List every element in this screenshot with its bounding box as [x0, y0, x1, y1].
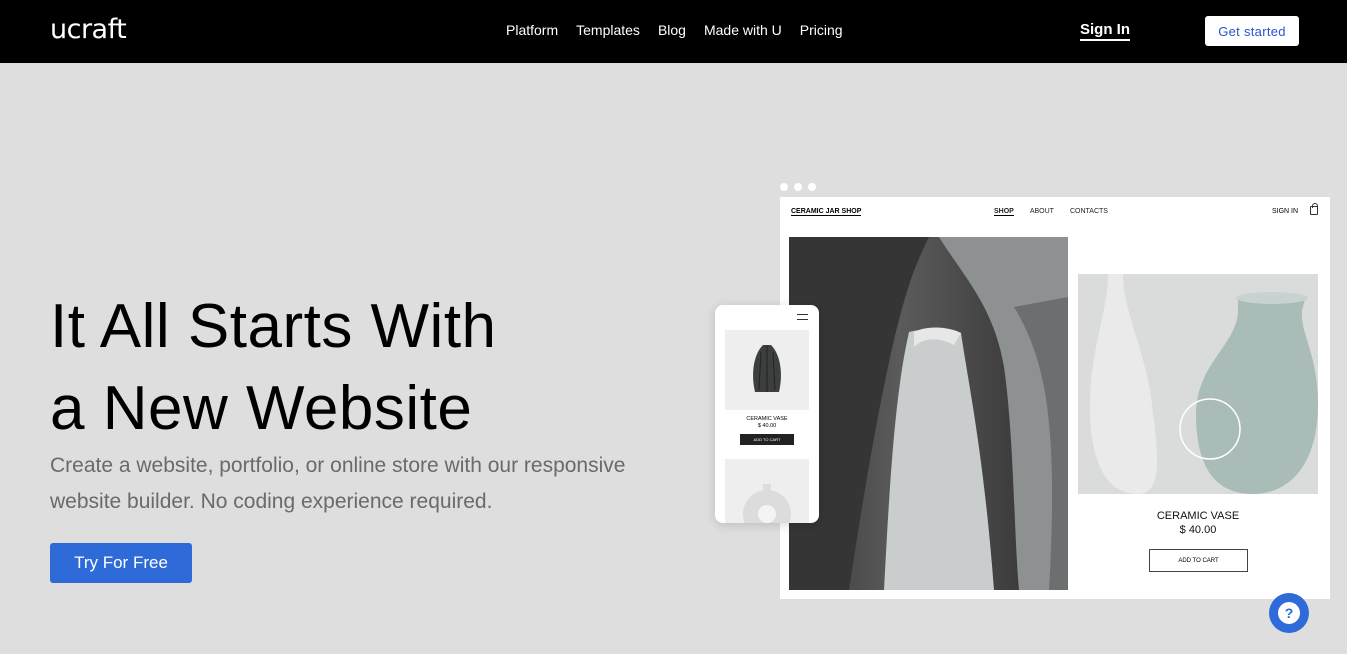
desktop-mockup: CERAMIC JAR SHOP SHOP ABOUT CONTACTS SIG…: [780, 197, 1330, 599]
hamburger-menu-icon: [797, 314, 808, 320]
phone-product-title: CERAMIC VASE: [746, 416, 788, 422]
shopping-bag-icon: [1310, 203, 1318, 215]
try-for-free-button[interactable]: Try For Free: [50, 543, 192, 583]
phone-ring-vase-photo: [725, 459, 809, 523]
main-nav: Platform Templates Blog Made with U Pric…: [506, 22, 843, 38]
mockup-product-title: CERAMIC VASE: [1156, 510, 1240, 522]
nav-templates[interactable]: Templates: [576, 22, 640, 38]
mockup-shop-name: CERAMIC JAR SHOP: [791, 208, 862, 216]
nav-pricing[interactable]: Pricing: [800, 22, 843, 38]
phone-add-to-cart-button: ADD TO CART: [740, 434, 794, 445]
question-mark-icon: ?: [1278, 602, 1300, 624]
mockup-sign-in: SIGN IN: [1272, 208, 1299, 215]
mockup-nav-about: ABOUT: [1029, 208, 1054, 215]
phone-mockup: CERAMIC VASE $ 40.00 ADD TO CART: [715, 305, 819, 523]
nav-made-with-u[interactable]: Made with U: [704, 22, 782, 38]
browser-dots: [780, 183, 816, 191]
help-button[interactable]: ?: [1269, 593, 1309, 633]
phone-vase-photo: [725, 330, 809, 410]
get-started-button[interactable]: Get started: [1205, 16, 1299, 46]
vase-product-photo: [1078, 274, 1318, 494]
mockup-nav-contacts: CONTACTS: [1069, 208, 1108, 215]
top-header: ucraft Platform Templates Blog Made with…: [0, 0, 1347, 63]
hero-title-line1: It All Starts With: [50, 292, 497, 361]
nav-blog[interactable]: Blog: [658, 22, 686, 38]
hero-title: It All Starts With a New Website: [50, 286, 670, 450]
mockup-add-to-cart-button: ADD TO CART: [1149, 549, 1248, 572]
vases-photo: [789, 237, 1068, 590]
phone-product-price: $ 40.00: [757, 423, 777, 429]
hero-subtitle: Create a website, portfolio, or online s…: [50, 454, 626, 513]
mockup-nav-shop: SHOP: [994, 208, 1014, 216]
sign-in-link[interactable]: Sign In: [1080, 21, 1130, 41]
hero-title-line2: a New Website: [50, 374, 473, 443]
mockup-product-price: $ 40.00: [1179, 524, 1217, 536]
nav-platform[interactable]: Platform: [506, 22, 558, 38]
ucraft-logo[interactable]: ucraft: [50, 14, 127, 45]
mockup-nav: SHOP ABOUT CONTACTS: [994, 208, 1108, 216]
